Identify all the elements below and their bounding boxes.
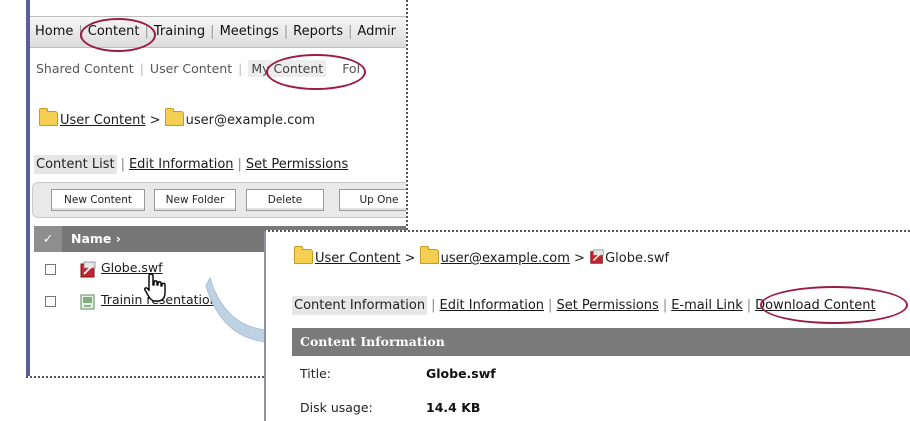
nav-admin[interactable]: Admir	[352, 24, 401, 39]
content-tabs: Content List | Edit Information | Set Permis…	[34, 155, 348, 174]
tab-separator: |	[548, 298, 553, 313]
new-folder-button[interactable]: New Folder	[154, 189, 236, 211]
new-content-button[interactable]: New Content	[51, 189, 145, 211]
folder-icon	[419, 246, 439, 264]
presentation-file-icon	[80, 294, 95, 310]
panel-accent-bar	[26, 0, 30, 376]
breadcrumb-current: user@example.com	[185, 113, 315, 128]
breadcrumb-separator: >	[404, 251, 416, 266]
swf-file-icon	[590, 249, 604, 264]
callout-content-nav	[80, 18, 156, 52]
breadcrumb-user-folder-link[interactable]: user@example.com	[441, 251, 570, 266]
breadcrumb: User Content > user@example.com	[39, 108, 315, 128]
row-checkbox[interactable]	[45, 264, 56, 275]
breadcrumb-separator: >	[149, 113, 161, 128]
content-information-panel: User Content > user@example.com > Globe.…	[264, 230, 910, 421]
breadcrumb-user-content-link[interactable]: User Content	[60, 113, 145, 128]
tab-separator: |	[431, 298, 436, 313]
breadcrumb: User Content > user@example.com > Globe.…	[294, 246, 670, 266]
callout-my-content	[266, 54, 366, 90]
hand-cursor-icon	[144, 273, 166, 302]
breadcrumb-current-file: Globe.swf	[605, 251, 670, 266]
tab-set-permissions[interactable]: Set Permissions	[246, 157, 348, 172]
breadcrumb-user-content-link[interactable]: User Content	[315, 251, 400, 266]
tab-separator: |	[746, 298, 752, 313]
subnav-shared-content[interactable]: Shared Content	[36, 61, 134, 76]
disk-usage-value: 14.4 KB	[426, 400, 481, 415]
select-all-checkbox[interactable]: ✓	[34, 226, 62, 252]
tab-content-information[interactable]: Content Information	[292, 296, 428, 315]
name-column-header[interactable]: Name ›	[71, 231, 121, 246]
tab-separator: |	[237, 157, 242, 172]
tab-separator: |	[662, 298, 668, 313]
delete-button[interactable]: Delete	[246, 189, 324, 211]
nav-home[interactable]: Home	[30, 24, 78, 39]
folder-icon	[164, 108, 184, 126]
folder-icon	[294, 246, 313, 264]
row-checkbox[interactable]	[45, 296, 56, 307]
title-value: Globe.swf	[426, 366, 496, 381]
breadcrumb-separator: >	[574, 251, 585, 266]
up-one-button[interactable]: Up One	[339, 189, 406, 211]
tab-edit-information[interactable]: Edit Information	[439, 298, 544, 313]
content-toolbar: New Content New Folder Delete Up One	[32, 182, 406, 218]
tab-content-list[interactable]: Content List	[34, 155, 117, 174]
tab-email-link[interactable]: E-mail Link	[671, 298, 743, 313]
nav-training[interactable]: Training	[149, 24, 210, 39]
tab-set-permissions[interactable]: Set Permissions	[556, 298, 658, 313]
disk-usage-label: Disk usage:	[300, 400, 373, 415]
nav-reports[interactable]: Reports	[288, 24, 348, 39]
subnav-user-content[interactable]: User Content	[150, 61, 232, 76]
tab-edit-information[interactable]: Edit Information	[129, 157, 234, 172]
swf-file-icon	[80, 261, 96, 278]
title-label: Title:	[300, 366, 331, 381]
nav-meetings[interactable]: Meetings	[215, 24, 284, 39]
section-header: Content Information	[292, 328, 910, 356]
callout-download-content	[760, 286, 908, 324]
folder-icon	[39, 108, 58, 126]
tab-separator: |	[120, 157, 125, 172]
